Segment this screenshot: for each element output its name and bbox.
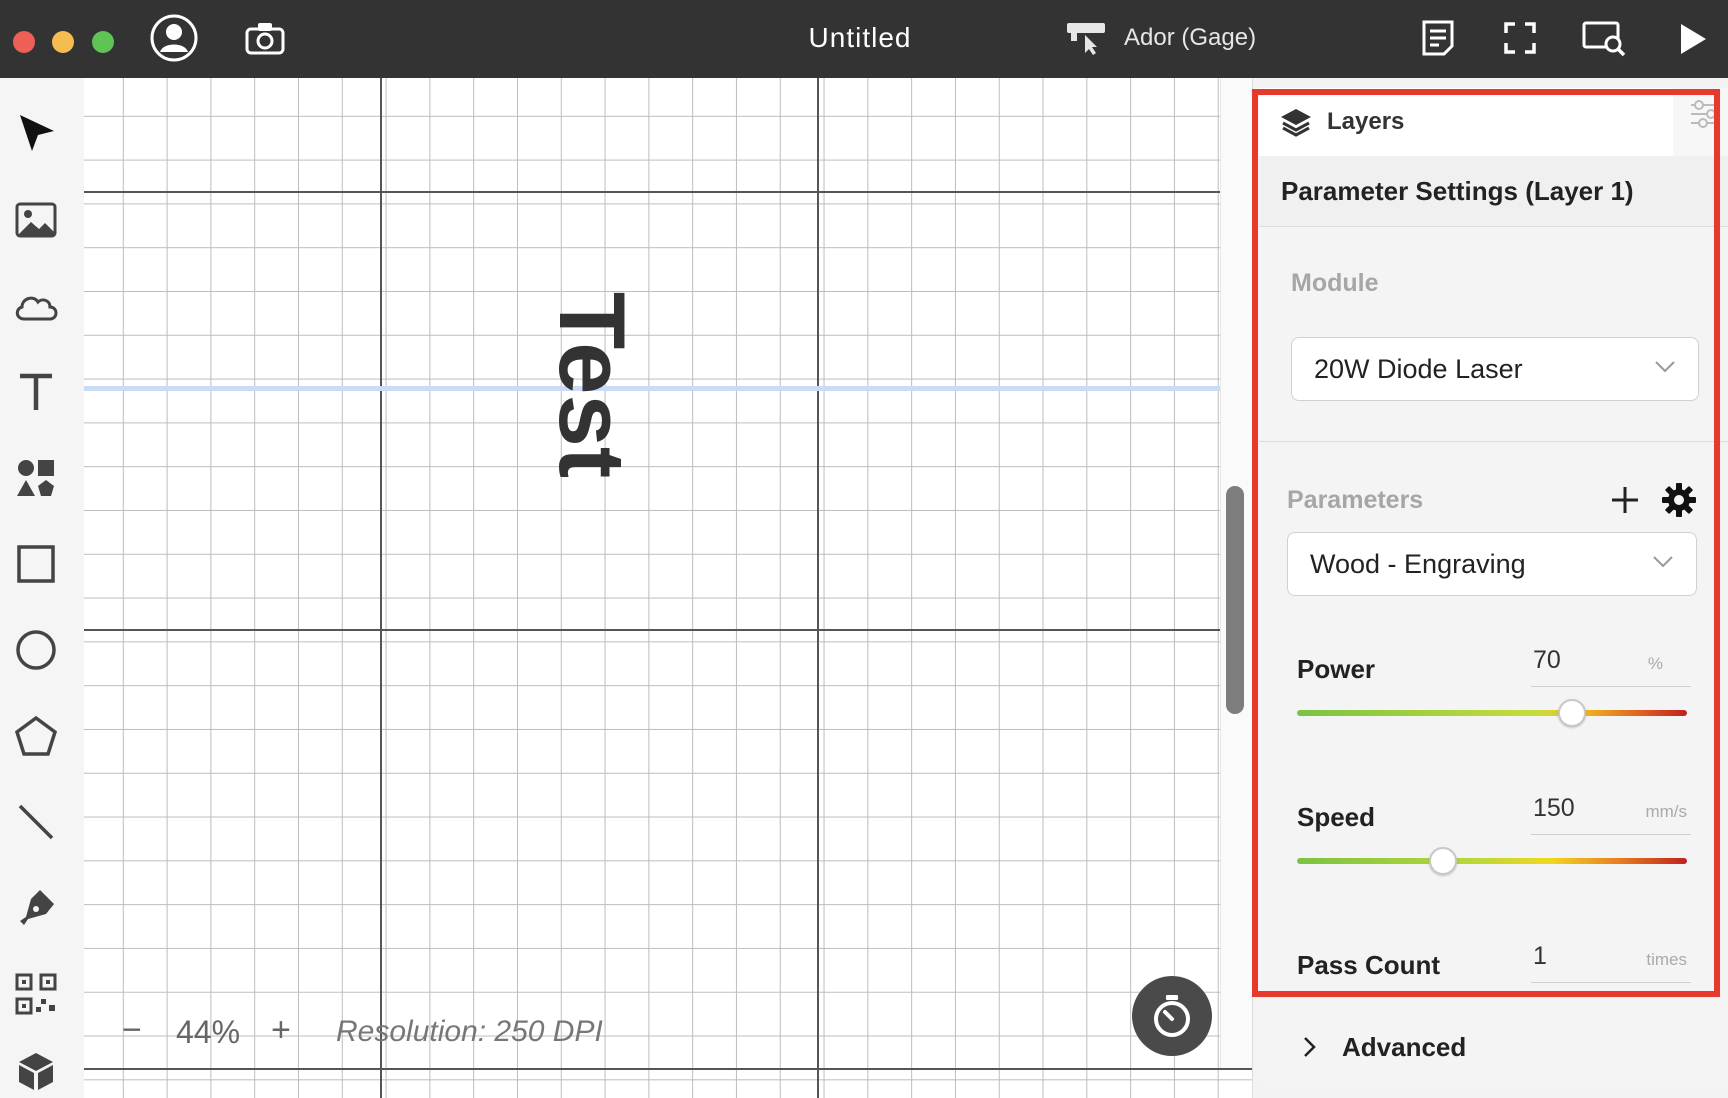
speed-input[interactable]: 150 mm/s — [1531, 786, 1691, 835]
parameters-section: Parameters Wood - Engraving Power 70 % S… — [1259, 442, 1728, 1086]
canvas-boundary — [84, 1068, 1252, 1070]
add-preset-button[interactable] — [1609, 484, 1641, 521]
power-unit: % — [1647, 654, 1663, 673]
close-window-button[interactable] — [13, 31, 35, 53]
pass-count-input[interactable]: 1 times — [1531, 934, 1691, 983]
speed-label: Speed — [1297, 802, 1376, 832]
image-tool-icon[interactable] — [12, 196, 60, 244]
polygon-tool-icon[interactable] — [12, 712, 60, 760]
zoom-out-button[interactable]: − — [122, 1012, 142, 1048]
pass-count-value: 1 — [1533, 942, 1547, 970]
module-value: 20W Diode Laser — [1314, 353, 1523, 384]
module-label: Module — [1291, 269, 1379, 297]
sliders-icon — [1691, 100, 1719, 128]
grid-major-line — [84, 191, 1220, 193]
gear-icon — [1662, 483, 1696, 517]
cursor-tool-icon[interactable] — [12, 110, 60, 158]
rectangle-tool-icon[interactable] — [12, 540, 60, 588]
advanced-toggle[interactable]: Advanced — [1252, 1008, 1728, 1098]
power-input[interactable]: 70 % — [1531, 638, 1691, 687]
preset-settings-button[interactable] — [1661, 482, 1697, 523]
frame-icon[interactable] — [1502, 20, 1538, 56]
plus-icon — [1612, 487, 1638, 513]
ellipse-tool-icon[interactable] — [12, 626, 60, 674]
resolution-label: Resolution: 250 DPI — [336, 1015, 603, 1048]
speed-slider-thumb[interactable] — [1429, 847, 1458, 875]
advanced-label: Advanced — [1342, 1032, 1467, 1062]
tool-sidebar — [0, 78, 84, 1098]
tab-layers[interactable]: Layers — [1259, 88, 1673, 156]
tab-object-properties[interactable] — [1689, 98, 1721, 135]
pass-count-unit: times — [1646, 950, 1687, 969]
stopwatch-icon — [1154, 995, 1190, 1037]
power-slider-track[interactable] — [1297, 710, 1687, 716]
device-name[interactable]: Ador (Gage) — [1124, 22, 1256, 54]
document-icon[interactable] — [1420, 18, 1456, 58]
minimize-window-button[interactable] — [52, 31, 74, 53]
chevron-down-icon — [1652, 555, 1674, 574]
preview-search-icon[interactable] — [1582, 20, 1628, 58]
zoom-in-button[interactable]: + — [271, 1012, 291, 1048]
panel-title: Parameter Settings (Layer 1) — [1281, 176, 1634, 206]
tab-layers-label: Layers — [1327, 108, 1405, 135]
panel-tabs: Layers — [1253, 88, 1728, 156]
box-tool-icon[interactable] — [12, 1046, 60, 1094]
chevron-right-icon — [1302, 1036, 1318, 1063]
device-icon[interactable] — [1064, 18, 1108, 58]
user-avatar-icon[interactable] — [148, 12, 200, 64]
grid-major-line — [817, 78, 819, 1098]
camera-icon[interactable] — [244, 20, 286, 56]
module-select[interactable]: 20W Diode Laser — [1291, 337, 1699, 401]
text-tool-icon[interactable] — [12, 368, 60, 416]
layers-icon — [1279, 107, 1313, 137]
document-title: Untitled — [808, 22, 912, 53]
design-canvas[interactable]: Test − 44% + Resolution: 250 DPI — [84, 78, 1252, 1098]
preset-select[interactable]: Wood - Engraving — [1287, 532, 1697, 596]
chevron-down-icon — [1654, 360, 1676, 379]
parameter-settings-header: Parameter Settings (Layer 1) — [1259, 156, 1728, 227]
power-value: 70 — [1533, 646, 1561, 674]
speed-value: 150 — [1533, 794, 1575, 822]
parameters-label: Parameters — [1287, 486, 1424, 514]
speed-slider-track[interactable] — [1297, 858, 1687, 864]
power-label: Power — [1297, 654, 1376, 684]
zoom-window-button[interactable] — [92, 31, 114, 53]
grid-major-line — [380, 78, 382, 1098]
text-object[interactable]: Test — [540, 275, 645, 495]
pass-count-label: Pass Count — [1297, 950, 1441, 980]
alignment-guide — [84, 386, 1220, 391]
right-panel: Layers Parameter Settings (Layer 1) Modu… — [1252, 78, 1728, 1098]
cloud-tool-icon[interactable] — [12, 282, 60, 330]
speed-unit: mm/s — [1645, 802, 1687, 821]
time-estimate-button[interactable] — [1132, 976, 1212, 1056]
pen-tool-icon[interactable] — [12, 884, 60, 932]
title-bar: Untitled Ador (Gage) — [0, 0, 1728, 78]
preset-value: Wood - Engraving — [1310, 548, 1526, 579]
play-icon[interactable] — [1676, 20, 1710, 58]
power-slider-thumb[interactable] — [1558, 699, 1586, 727]
line-tool-icon[interactable] — [12, 798, 60, 846]
zoom-level: 44% — [176, 1014, 241, 1050]
shapes-tool-icon[interactable] — [12, 454, 60, 502]
vertical-scrollbar-thumb[interactable] — [1226, 486, 1244, 714]
grid-major-line — [84, 629, 1220, 631]
qrcode-tool-icon[interactable] — [12, 970, 60, 1018]
